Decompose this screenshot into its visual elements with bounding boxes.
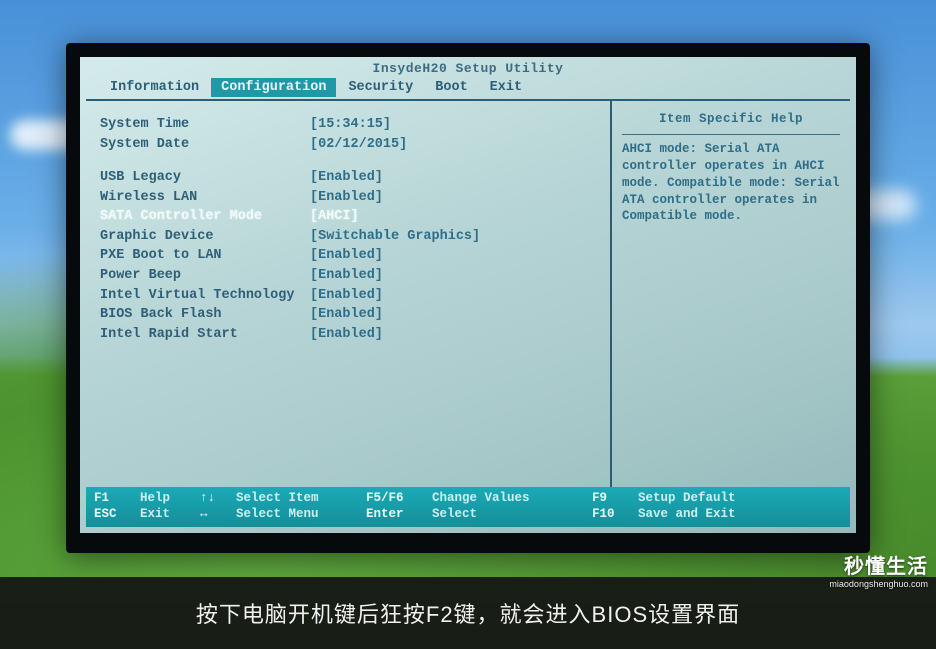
caption-bar: 按下电脑开机键后狂按F2键，就会进入BIOS设置界面: [0, 577, 936, 649]
key-f9-desc: Setup Default: [638, 491, 842, 505]
caption-text: 按下电脑开机键后狂按F2键，就会进入BIOS设置界面: [196, 597, 740, 629]
setting-sata-controller-mode[interactable]: SATA Controller Mode [AHCI]: [100, 207, 600, 227]
setting-label: USB Legacy: [100, 168, 310, 188]
setting-label: Graphic Device: [100, 227, 310, 247]
setting-value[interactable]: [15:34:15]: [310, 115, 391, 135]
setting-usb-legacy[interactable]: USB Legacy [Enabled]: [100, 168, 600, 188]
setting-label: SATA Controller Mode: [100, 207, 310, 227]
setting-value[interactable]: [Enabled]: [310, 168, 383, 188]
key-updown-desc: Select Item: [236, 491, 366, 505]
setting-value[interactable]: [Enabled]: [310, 246, 383, 266]
key-leftright-icon: ↔: [200, 507, 236, 521]
key-f10: F10: [592, 507, 638, 521]
setting-value[interactable]: [Enabled]: [310, 305, 383, 325]
bios-menu-bar: Information Configuration Security Boot …: [80, 78, 856, 97]
setting-label: PXE Boot to LAN: [100, 246, 310, 266]
key-f9: F9: [592, 491, 638, 505]
key-f10-desc: Save and Exit: [638, 507, 842, 521]
bios-utility-title: InsydeH20 Setup Utility: [80, 57, 856, 78]
setting-value[interactable]: [02/12/2015]: [310, 135, 407, 155]
help-pane: Item Specific Help AHCI mode: Serial ATA…: [612, 101, 850, 487]
key-enter-desc: Select: [432, 507, 592, 521]
setting-label: Intel Rapid Start: [100, 325, 310, 345]
setting-label: Power Beep: [100, 266, 310, 286]
setting-wireless-lan[interactable]: Wireless LAN [Enabled]: [100, 188, 600, 208]
setting-intel-virtual-technology[interactable]: Intel Virtual Technology [Enabled]: [100, 286, 600, 306]
watermark-title: 秒懂生活: [829, 550, 928, 579]
menu-information[interactable]: Information: [100, 78, 209, 97]
setting-label: System Time: [100, 115, 310, 135]
setting-value[interactable]: [Enabled]: [310, 266, 383, 286]
key-esc-desc: Exit: [140, 507, 200, 521]
setting-pxe-boot-to-lan[interactable]: PXE Boot to LAN [Enabled]: [100, 246, 600, 266]
help-title: Item Specific Help: [622, 111, 840, 135]
bios-screen: InsydeH20 Setup Utility Information Conf…: [80, 57, 856, 533]
setting-power-beep[interactable]: Power Beep [Enabled]: [100, 266, 600, 286]
setting-label: System Date: [100, 135, 310, 155]
key-updown-icon: ↑↓: [200, 491, 236, 505]
watermark: 秒懂生活 miaodongshenghuo.com: [829, 550, 928, 589]
setting-value[interactable]: [Enabled]: [310, 286, 383, 306]
setting-system-date[interactable]: System Date [02/12/2015]: [100, 135, 600, 155]
key-enter: Enter: [366, 507, 432, 521]
setting-value[interactable]: [Enabled]: [310, 188, 383, 208]
menu-exit[interactable]: Exit: [480, 78, 532, 97]
setting-system-time[interactable]: System Time [15:34:15]: [100, 115, 600, 135]
monitor-frame: InsydeH20 Setup Utility Information Conf…: [66, 43, 870, 553]
watermark-url: miaodongshenghuo.com: [829, 579, 928, 589]
setting-value[interactable]: [AHCI]: [310, 207, 359, 227]
key-f1: F1: [94, 491, 140, 505]
key-esc: ESC: [94, 507, 140, 521]
key-f5f6: F5/F6: [366, 491, 432, 505]
menu-boot[interactable]: Boot: [425, 78, 477, 97]
setting-label: BIOS Back Flash: [100, 305, 310, 325]
setting-value[interactable]: [Enabled]: [310, 325, 383, 345]
setting-label: Wireless LAN: [100, 188, 310, 208]
key-f5f6-desc: Change Values: [432, 491, 592, 505]
bios-footer: F1 Help ↑↓ Select Item F5/F6 Change Valu…: [86, 487, 850, 527]
menu-security[interactable]: Security: [338, 78, 423, 97]
menu-configuration[interactable]: Configuration: [211, 78, 336, 97]
setting-intel-rapid-start[interactable]: Intel Rapid Start [Enabled]: [100, 325, 600, 345]
setting-graphic-device[interactable]: Graphic Device [Switchable Graphics]: [100, 227, 600, 247]
key-f1-desc: Help: [140, 491, 200, 505]
settings-pane: System Time [15:34:15] System Date [02/1…: [86, 101, 612, 487]
key-leftright-desc: Select Menu: [236, 507, 366, 521]
setting-value[interactable]: [Switchable Graphics]: [310, 227, 480, 247]
help-body: AHCI mode: Serial ATA controller operate…: [622, 141, 840, 225]
setting-label: Intel Virtual Technology: [100, 286, 310, 306]
setting-bios-back-flash[interactable]: BIOS Back Flash [Enabled]: [100, 305, 600, 325]
